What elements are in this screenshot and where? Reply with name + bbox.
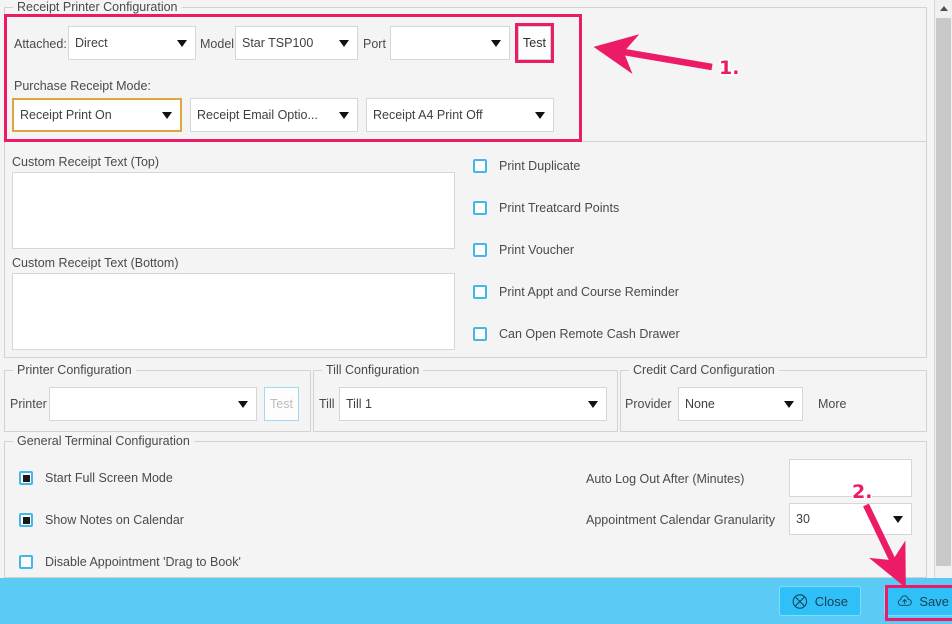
chevron-down-icon [339, 40, 349, 47]
chevron-down-icon [238, 401, 248, 408]
vertical-scrollbar[interactable] [934, 0, 952, 600]
till-label: Till [319, 397, 335, 411]
start-full-screen-label: Start Full Screen Mode [45, 471, 173, 485]
print-duplicate-checkbox[interactable] [473, 159, 487, 173]
disable-drag-to-book-checkbox[interactable] [19, 555, 33, 569]
receipt-email-mode-value: Receipt Email Optio... [197, 108, 318, 122]
chevron-down-icon [893, 516, 903, 523]
receipt-a4-mode-select[interactable]: Receipt A4 Print Off [366, 98, 554, 132]
custom-receipt-bottom-label: Custom Receipt Text (Bottom) [12, 256, 179, 270]
close-button[interactable]: Close [779, 586, 861, 616]
till-select[interactable]: Till 1 [339, 387, 607, 421]
scrollbar-thumb[interactable] [936, 18, 951, 566]
remote-cash-drawer-checkbox[interactable] [473, 327, 487, 341]
chevron-down-icon [491, 40, 501, 47]
attached-select-value: Direct [75, 36, 108, 50]
credit-card-more-button[interactable]: More [818, 397, 846, 411]
purchase-receipt-mode-label: Purchase Receipt Mode: [14, 79, 151, 93]
custom-receipt-bottom-value [13, 274, 454, 282]
attached-select[interactable]: Direct [68, 26, 196, 60]
checkbox-row-show-notes-calendar[interactable]: Show Notes on Calendar [19, 513, 184, 527]
checkbox-row-remote-cash-drawer[interactable]: Can Open Remote Cash Drawer [473, 327, 680, 341]
receipt-printer-group-title: Receipt Printer Configuration [13, 0, 182, 14]
receipt-printer-test-label: Test [523, 36, 546, 50]
checkbox-row-print-appt-course-reminder[interactable]: Print Appt and Course Reminder [473, 285, 679, 299]
print-treatcard-points-checkbox[interactable] [473, 201, 487, 215]
printer-select[interactable] [49, 387, 257, 421]
receipt-printer-test-button[interactable]: Test [518, 26, 551, 60]
granularity-value: 30 [796, 512, 810, 526]
checkbox-row-print-duplicate[interactable]: Print Duplicate [473, 159, 580, 173]
auto-logout-label: Auto Log Out After (Minutes) [586, 472, 745, 486]
settings-content-area: Receipt Printer Configuration Attached: … [0, 0, 935, 578]
print-appt-course-reminder-checkbox[interactable] [473, 285, 487, 299]
model-label: Model [200, 37, 235, 51]
granularity-select[interactable]: 30 [789, 503, 912, 535]
checkbox-row-disable-drag-to-book[interactable]: Disable Appointment 'Drag to Book' [19, 555, 241, 569]
cloud-upload-icon [897, 594, 912, 606]
show-notes-calendar-checkbox[interactable] [19, 513, 33, 527]
chevron-down-icon [784, 401, 794, 408]
till-select-value: Till 1 [346, 397, 372, 411]
custom-receipt-bottom-textarea[interactable] [12, 273, 455, 350]
auto-logout-input[interactable] [789, 459, 912, 497]
custom-receipt-top-textarea[interactable] [12, 172, 455, 249]
receipt-a4-mode-value: Receipt A4 Print Off [373, 108, 483, 122]
receipt-print-mode-select[interactable]: Receipt Print On [12, 98, 182, 132]
printer-configuration-group-title: Printer Configuration [13, 363, 136, 377]
dialog-footer: Close Save [0, 578, 952, 624]
print-treatcard-points-label: Print Treatcard Points [499, 201, 620, 215]
print-appt-course-reminder-label: Print Appt and Course Reminder [499, 285, 679, 299]
remote-cash-drawer-label: Can Open Remote Cash Drawer [499, 327, 680, 341]
provider-select[interactable]: None [678, 387, 803, 421]
chevron-down-icon [588, 401, 598, 408]
receipt-email-mode-select[interactable]: Receipt Email Optio... [190, 98, 358, 132]
till-configuration-group-title: Till Configuration [322, 363, 424, 377]
scroll-up-button[interactable] [935, 0, 952, 17]
print-voucher-label: Print Voucher [499, 243, 575, 257]
port-select[interactable] [390, 26, 510, 60]
checkbox-row-print-voucher[interactable]: Print Voucher [473, 243, 574, 257]
model-select[interactable]: Star TSP100 [235, 26, 358, 60]
provider-select-value: None [685, 397, 715, 411]
print-duplicate-label: Print Duplicate [499, 159, 581, 173]
annotation-label-2: 2. [852, 481, 873, 503]
show-notes-calendar-label: Show Notes on Calendar [45, 513, 184, 527]
receipt-print-mode-value: Receipt Print On [20, 108, 112, 122]
save-button-label: Save [919, 593, 949, 609]
provider-label: Provider [625, 397, 672, 411]
disable-drag-to-book-label: Disable Appointment 'Drag to Book' [45, 555, 241, 569]
close-button-label: Close [814, 593, 848, 609]
chevron-down-icon [535, 112, 545, 119]
save-button[interactable]: Save [884, 586, 952, 616]
custom-receipt-top-label: Custom Receipt Text (Top) [12, 155, 160, 169]
chevron-down-icon [177, 40, 187, 47]
printer-test-label: Test [270, 397, 293, 411]
annotation-label-1: 1. [719, 57, 740, 79]
printer-test-button: Test [264, 387, 299, 421]
terminal-configuration-dialog: Receipt Printer Configuration Attached: … [0, 0, 952, 624]
custom-receipt-top-value [13, 173, 454, 181]
port-label: Port [363, 37, 386, 51]
chevron-down-icon [339, 112, 349, 119]
caret-up-icon [939, 6, 948, 11]
credit-card-configuration-group-title: Credit Card Configuration [629, 363, 779, 377]
general-terminal-group-title: General Terminal Configuration [13, 434, 194, 448]
checkbox-row-print-treatcard-points[interactable]: Print Treatcard Points [473, 201, 619, 215]
granularity-label: Appointment Calendar Granularity [586, 513, 775, 527]
attached-label: Attached: [14, 37, 67, 51]
model-select-value: Star TSP100 [242, 36, 314, 50]
circle-x-icon [792, 593, 808, 609]
print-voucher-checkbox[interactable] [473, 243, 487, 257]
checkbox-row-start-full-screen[interactable]: Start Full Screen Mode [19, 471, 173, 485]
printer-label: Printer [10, 397, 47, 411]
start-full-screen-checkbox[interactable] [19, 471, 33, 485]
chevron-down-icon [162, 112, 172, 119]
